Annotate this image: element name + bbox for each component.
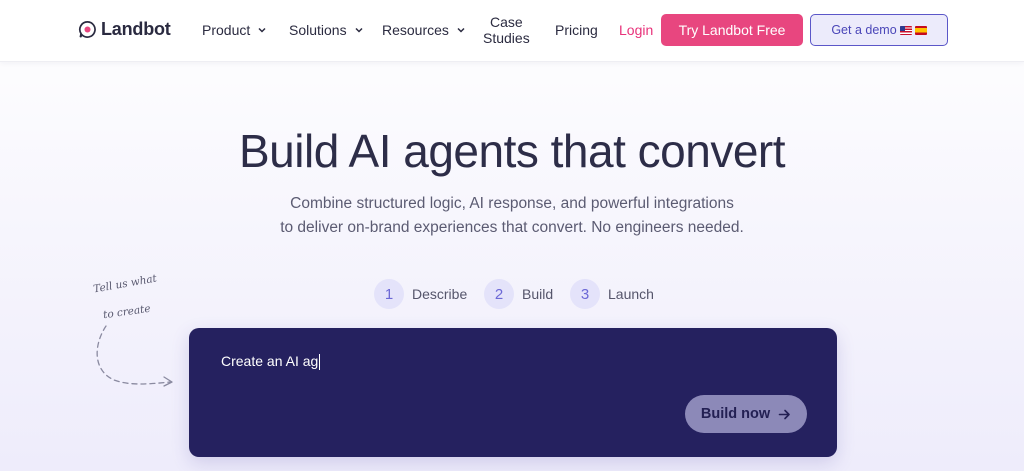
agent-prompt-text: Create an AI ag xyxy=(221,353,319,369)
step-launch: 3 Launch xyxy=(570,279,654,309)
step-describe: 1 Describe xyxy=(374,279,467,309)
get-a-demo-label: Get a demo xyxy=(831,23,897,37)
step-label-build: Build xyxy=(522,286,554,302)
nav-case-studies-link[interactable]: Case Studies xyxy=(483,14,530,46)
agent-prompt-box: Create an AI ag Build now xyxy=(189,328,837,457)
note-line1: Tell us what xyxy=(92,272,158,296)
text-caret xyxy=(319,354,321,371)
chevron-down-icon xyxy=(355,27,363,33)
build-now-label: Build now xyxy=(700,406,771,422)
build-now-button[interactable]: Build now xyxy=(685,395,807,433)
speech-bubble-logo-icon xyxy=(79,21,96,38)
logo-text: Landbot xyxy=(101,19,171,39)
spain-flag-icon xyxy=(914,25,927,35)
step-number-3: 3 xyxy=(570,279,600,309)
step-label-describe: Describe xyxy=(412,286,468,302)
hero-subtitle: Combine structured logic, AI response, a… xyxy=(262,192,762,240)
step-number-1: 1 xyxy=(374,279,404,309)
agent-prompt-input[interactable]: Create an AI ag xyxy=(221,353,701,375)
step-label-launch: Launch xyxy=(608,286,654,302)
nav-pricing-label: Pricing xyxy=(555,22,598,38)
nav-resources-label: Resources xyxy=(382,22,449,38)
landbot-logo[interactable]: Landbot xyxy=(78,19,171,40)
nav-resources-dropdown[interactable]: Resources xyxy=(382,22,466,38)
login-link[interactable]: Login xyxy=(619,22,653,38)
nav-pricing-link[interactable]: Pricing xyxy=(555,22,598,38)
nav-solutions-dropdown[interactable]: Solutions xyxy=(289,22,364,38)
curved-dashed-arrow-icon xyxy=(96,325,173,387)
us-flag-icon xyxy=(899,25,912,35)
note-line2: to create xyxy=(102,302,152,322)
hero-subtitle-line2: to deliver on-brand experiences that con… xyxy=(280,219,744,236)
nav-product-label: Product xyxy=(202,22,251,38)
step-number-2: 2 xyxy=(484,279,514,309)
step-build: 2 Build xyxy=(484,279,553,309)
try-landbot-free-button[interactable]: Try Landbot Free xyxy=(661,14,803,46)
top-navigation: Landbot Product Solutions Resources Case… xyxy=(0,0,1024,62)
hero-title: Build AI agents that convert xyxy=(238,125,786,177)
nav-product-dropdown[interactable]: Product xyxy=(202,22,267,38)
chevron-down-icon xyxy=(457,27,465,33)
nav-case-line2: Studies xyxy=(483,30,530,46)
arrow-right-icon xyxy=(778,409,790,419)
get-a-demo-button[interactable]: Get a demo xyxy=(810,14,948,46)
nav-solutions-label: Solutions xyxy=(289,22,347,38)
nav-case-line1: Case xyxy=(490,14,523,30)
chevron-down-icon xyxy=(258,27,266,33)
hero-subtitle-line1: Combine structured logic, AI response, a… xyxy=(290,195,734,212)
